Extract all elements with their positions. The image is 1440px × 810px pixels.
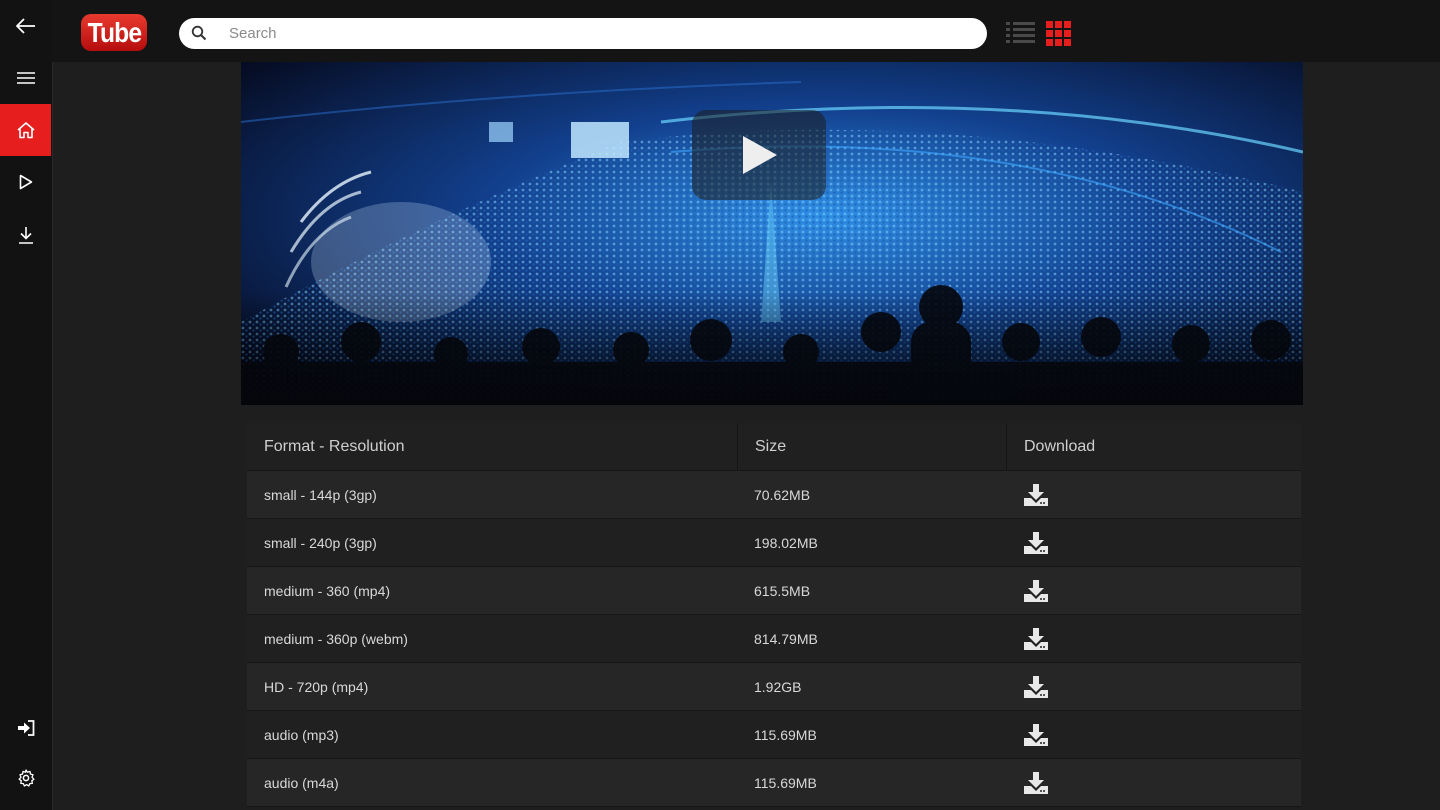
grid-view-icon[interactable]	[1046, 21, 1072, 47]
download-icon	[1024, 483, 1048, 506]
format-cell: small - 240p (3gp)	[264, 534, 377, 551]
size-cell: 198.02MB	[754, 534, 818, 551]
download-button[interactable]	[1023, 483, 1049, 507]
gear-icon	[18, 769, 35, 787]
header-size: Size	[737, 423, 1006, 470]
size-cell: 1.92GB	[754, 678, 802, 695]
menu-icon	[16, 72, 35, 84]
back-button[interactable]	[0, 0, 51, 52]
download-icon	[1024, 675, 1048, 698]
download-icon	[1024, 579, 1048, 602]
download-button[interactable]	[1023, 771, 1049, 795]
app-logo[interactable]: Tube	[81, 14, 147, 51]
size-cell: 814.79MB	[754, 630, 818, 647]
table-row: audio (mp3) 115.69MB	[247, 711, 1301, 759]
list-view-icon[interactable]	[1006, 21, 1036, 45]
size-cell: 115.69MB	[754, 726, 817, 743]
format-cell: audio (mp3)	[264, 726, 339, 743]
table-row: medium - 360 (mp4) 615.5MB	[247, 567, 1301, 615]
table-row: small - 240p (3gp) 198.02MB	[247, 519, 1301, 567]
play-icon	[743, 136, 777, 174]
search-icon[interactable]	[191, 25, 207, 41]
sidebar	[0, 0, 53, 810]
search-bar	[179, 18, 987, 49]
size-cell: 615.5MB	[754, 582, 811, 599]
sign-in-icon	[17, 720, 34, 736]
sign-in-button[interactable]	[0, 702, 51, 754]
download-icon	[1024, 771, 1048, 794]
video-player[interactable]	[241, 62, 1303, 405]
table-row: HD - 720p (mp4) 1.92GB	[247, 663, 1301, 711]
header-download: Download	[1006, 423, 1301, 470]
sidebar-item-home[interactable]	[0, 104, 51, 156]
download-table: Format - Resolution Size Download small …	[247, 423, 1301, 807]
table-row: audio (m4a) 115.69MB	[247, 759, 1301, 807]
format-cell: audio (m4a)	[264, 774, 339, 791]
download-button[interactable]	[1023, 627, 1049, 651]
sidebar-item-play[interactable]	[0, 156, 51, 208]
download-icon	[18, 227, 33, 244]
format-cell: HD - 720p (mp4)	[264, 678, 369, 695]
menu-button[interactable]	[0, 52, 51, 104]
sidebar-item-downloads[interactable]	[0, 209, 51, 261]
home-icon	[16, 122, 35, 139]
top-bar: Tube	[52, 0, 1440, 62]
play-icon	[19, 174, 32, 190]
format-cell: medium - 360 (mp4)	[264, 582, 391, 599]
play-button[interactable]	[692, 110, 826, 200]
search-input[interactable]	[229, 18, 969, 49]
size-cell: 70.62MB	[754, 486, 811, 503]
settings-button[interactable]	[0, 752, 51, 804]
size-cell: 115.69MB	[754, 774, 817, 791]
header-format: Format - Resolution	[264, 437, 405, 455]
download-button[interactable]	[1023, 675, 1049, 699]
download-button[interactable]	[1023, 531, 1049, 555]
download-icon	[1024, 627, 1048, 650]
download-button[interactable]	[1023, 723, 1049, 747]
table-row: small - 144p (3gp) 70.62MB	[247, 471, 1301, 519]
download-icon	[1024, 723, 1048, 746]
logo-text: Tube	[87, 16, 141, 48]
format-cell: medium - 360p (webm)	[264, 630, 408, 647]
table-header: Format - Resolution Size Download	[247, 423, 1301, 471]
download-button[interactable]	[1023, 579, 1049, 603]
table-row: medium - 360p (webm) 814.79MB	[247, 615, 1301, 663]
back-arrow-icon	[15, 18, 35, 34]
download-icon	[1024, 531, 1048, 554]
format-cell: small - 144p (3gp)	[264, 486, 377, 503]
